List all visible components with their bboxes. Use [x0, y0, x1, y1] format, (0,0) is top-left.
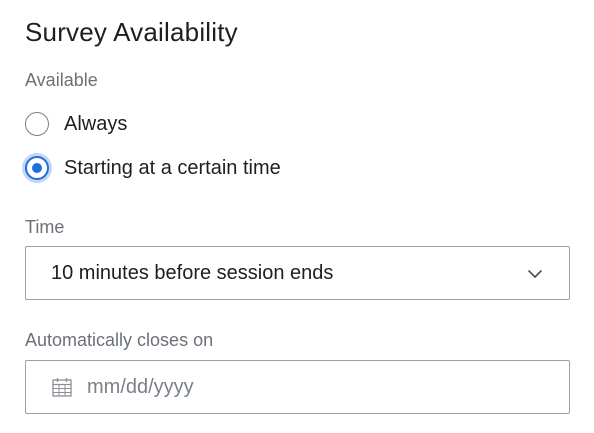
- radio-always-label: Always: [64, 113, 128, 135]
- chevron-down-icon: [528, 270, 542, 278]
- page-title: Survey Availability: [25, 17, 238, 47]
- time-label: Time: [25, 217, 65, 237]
- time-select-value: 10 minutes before session ends: [51, 261, 334, 284]
- time-select[interactable]: 10 minutes before session ends: [25, 246, 570, 300]
- closes-date-input[interactable]: [87, 367, 527, 407]
- radio-starting-at-time-label: Starting at a certain time: [64, 157, 281, 179]
- radio-button-always[interactable]: [25, 112, 49, 136]
- radio-button-starting-at-time[interactable]: [25, 156, 49, 180]
- survey-availability-panel: Survey Availability Available Always Sta…: [0, 0, 594, 433]
- closes-date-field[interactable]: [25, 360, 570, 414]
- closes-label: Automatically closes on: [25, 330, 214, 350]
- calendar-icon: [52, 378, 72, 397]
- available-label: Available: [25, 70, 98, 90]
- radio-always[interactable]: Always: [25, 111, 127, 137]
- radio-selected-dot: [32, 163, 42, 173]
- radio-starting-at-time[interactable]: Starting at a certain time: [25, 155, 281, 181]
